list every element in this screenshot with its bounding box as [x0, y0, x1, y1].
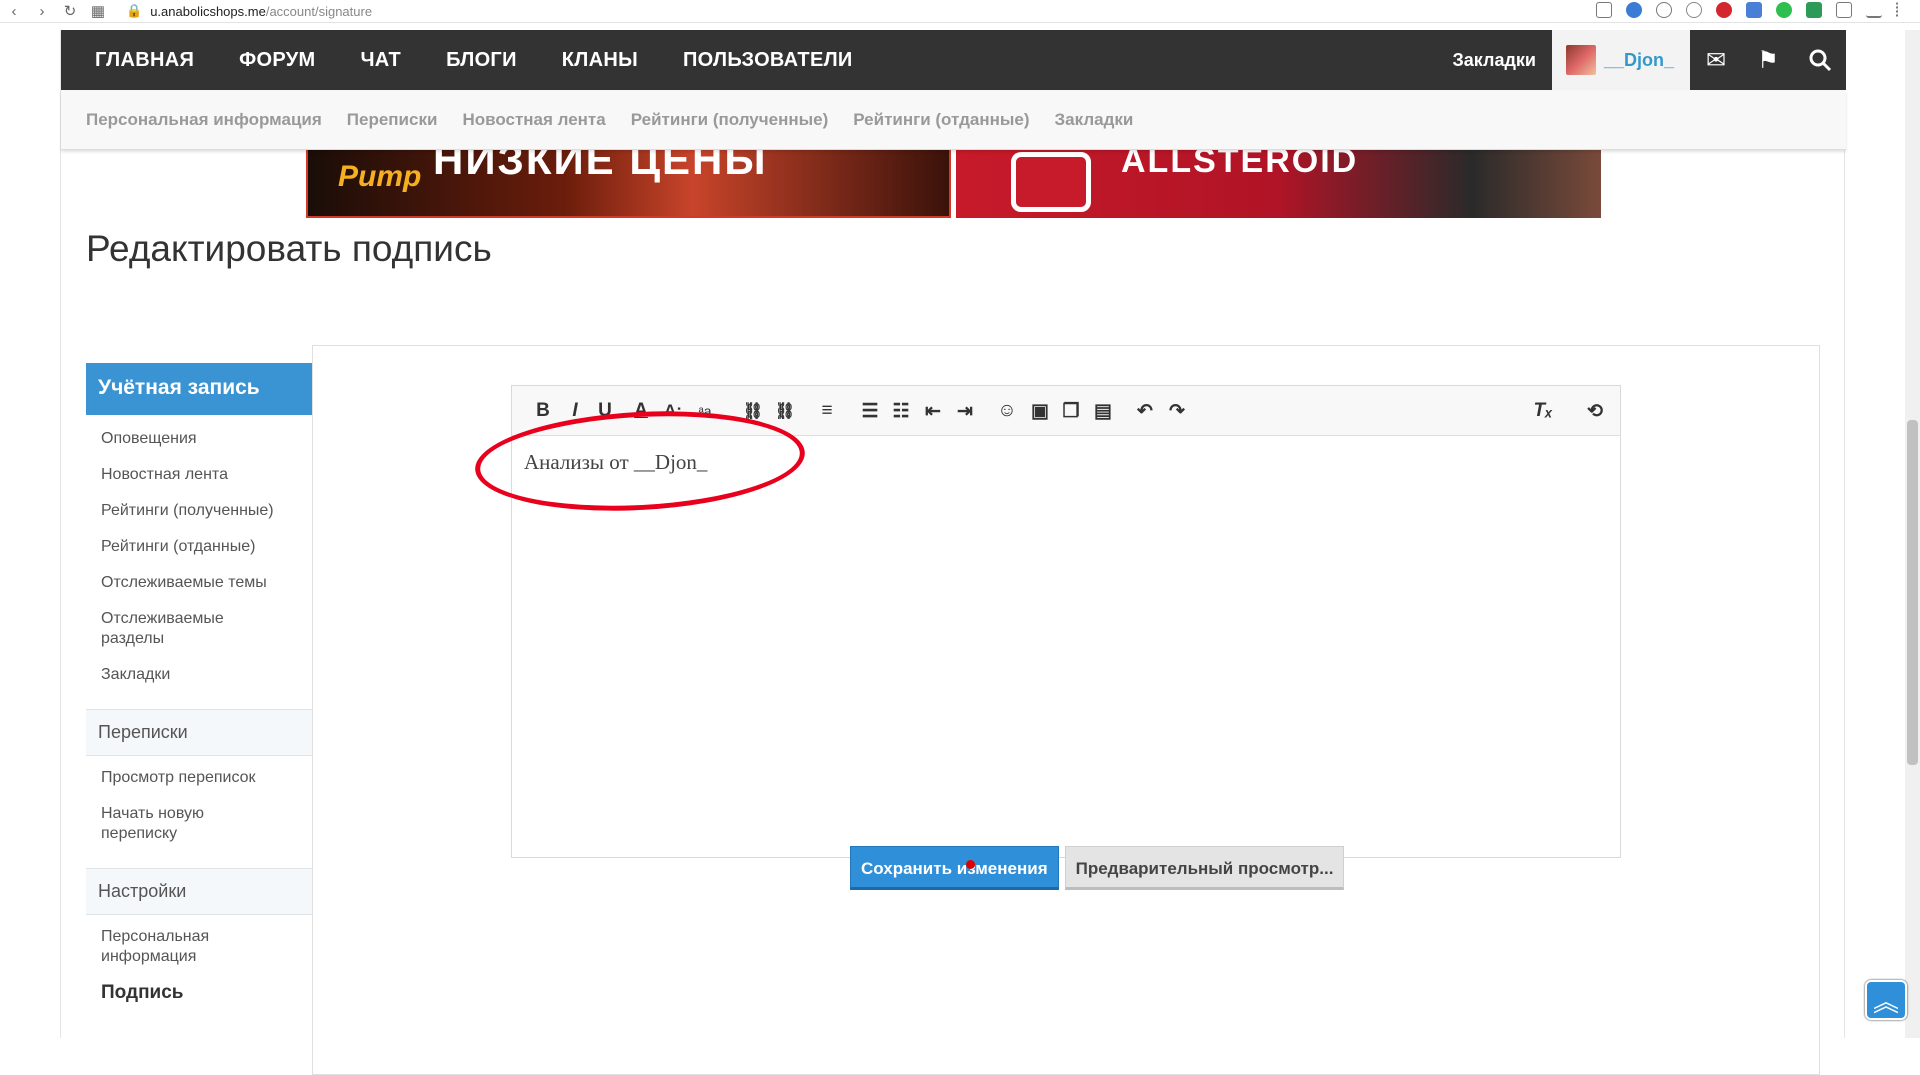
ad-banner-right[interactable]: ALLSTEROID: [956, 150, 1601, 218]
camera-icon[interactable]: [1596, 2, 1612, 18]
username[interactable]: __Djon_: [1604, 50, 1674, 71]
forward-icon[interactable]: ›: [28, 3, 56, 20]
underline-icon[interactable]: U: [592, 398, 618, 424]
bbcode-toggle-icon[interactable]: ⟲: [1582, 398, 1608, 424]
menu-icon[interactable]: [1896, 2, 1900, 18]
editor-content[interactable]: Анализы от __Djon_: [512, 436, 1620, 489]
check-icon[interactable]: [1776, 2, 1792, 18]
align-left-icon[interactable]: ≡: [814, 398, 840, 424]
scrollbar-thumb[interactable]: [1907, 420, 1918, 765]
subnav-ratings-received[interactable]: Рейтинги (полученные): [631, 110, 829, 130]
sidebar-header-conversations: Переписки: [86, 709, 312, 756]
bold-icon[interactable]: B: [530, 398, 556, 424]
unlink-icon[interactable]: ⛓: [772, 398, 798, 424]
scroll-to-top-icon[interactable]: ︽: [1865, 980, 1907, 1020]
editor-toolbar: B I U A A: ᵃa ⛓ ⛓ ≡ ☰ ☷ ⇤ ⇥ ☺ ▣ ❐ ▤ ↶ ↷ …: [512, 386, 1620, 436]
page-title: Редактировать подпись: [86, 228, 492, 269]
preview-button[interactable]: Предварительный просмотр...: [1064, 846, 1345, 890]
media-icon[interactable]: ❐: [1058, 398, 1084, 424]
reload-icon[interactable]: ↻: [56, 2, 84, 20]
sidebar-header-account: Учётная запись: [86, 363, 312, 415]
font-color-icon[interactable]: A: [628, 398, 654, 424]
ad-banner-left[interactable]: Pump НИЗКИЕ ЦЕНЫ: [306, 150, 951, 218]
banner-shield-logo: [1011, 152, 1091, 212]
sidebar-item-ratings-given[interactable]: Рейтинги (отданные): [86, 529, 312, 565]
nav-home[interactable]: ГЛАВНАЯ: [95, 49, 194, 72]
main-navigation: ГЛАВНАЯ ФОРУМ ЧАТ БЛОГИ КЛАНЫ ПОЛЬЗОВАТЕ…: [61, 30, 1846, 90]
image-icon[interactable]: ▣: [1027, 398, 1053, 424]
extension-icons: [1596, 2, 1900, 18]
indent-icon[interactable]: ⇥: [952, 398, 978, 424]
back-icon[interactable]: ‹: [0, 3, 28, 20]
nav-users[interactable]: ПОЛЬЗОВАТЕЛИ: [683, 49, 853, 72]
sidebar-item-view-conversations[interactable]: Просмотр переписок: [86, 760, 312, 796]
bullet-list-icon[interactable]: ☰: [857, 398, 883, 424]
adblock-icon[interactable]: [1716, 2, 1732, 18]
browser-nav: ‹ › ↻ ▦: [0, 2, 112, 21]
nav-chat[interactable]: ЧАТ: [360, 49, 401, 72]
signature-editor: B I U A A: ᵃa ⛓ ⛓ ≡ ☰ ☷ ⇤ ⇥ ☺ ▣ ❐ ▤ ↶ ↷ …: [511, 385, 1621, 858]
form-actions: Сохранить изменения Предварительный прос…: [850, 846, 1345, 890]
nav-bookmarks[interactable]: Закладки: [1453, 50, 1536, 71]
account-sidebar: Учётная запись Оповещения Новостная лент…: [86, 363, 312, 1011]
insert-icon[interactable]: ▤: [1090, 398, 1116, 424]
vpn-icon[interactable]: [1806, 2, 1822, 18]
sidebar-item-alerts[interactable]: Оповещения: [86, 421, 312, 457]
nav-forum[interactable]: ФОРУМ: [239, 49, 315, 72]
sidebar-item-watched-forums[interactable]: Отслеживаемые разделы: [86, 601, 256, 657]
link-icon[interactable]: ⛓: [740, 398, 766, 424]
redo-icon[interactable]: ↷: [1164, 398, 1190, 424]
smiley-icon[interactable]: ☺: [994, 398, 1020, 424]
subnav-ratings-given[interactable]: Рейтинги (отданные): [853, 110, 1029, 130]
url-path: /account/signature: [265, 3, 373, 19]
translate-icon[interactable]: [1746, 2, 1762, 18]
cube-icon[interactable]: [1836, 2, 1852, 18]
download-icon[interactable]: [1866, 2, 1882, 18]
remove-format-icon[interactable]: Tₓ: [1530, 398, 1556, 424]
search-icon[interactable]: [1794, 30, 1846, 90]
avatar: [1565, 45, 1596, 75]
heart-icon[interactable]: [1656, 2, 1672, 18]
subnav-bookmarks[interactable]: Закладки: [1055, 110, 1134, 130]
outdent-icon[interactable]: ⇤: [920, 398, 946, 424]
lock-icon: 🔒: [126, 3, 143, 18]
nav-clans[interactable]: КЛАНЫ: [562, 49, 638, 72]
browser-toolbar: ‹ › ↻ ▦ 🔒 u.anabolicshops.me/account/sig…: [0, 0, 1920, 23]
page-scrollbar[interactable]: [1905, 30, 1920, 1038]
undo-icon[interactable]: ↶: [1132, 398, 1158, 424]
sidebar-item-watched-threads[interactable]: Отслеживаемые темы: [86, 565, 312, 601]
banner-text: НИЗКИЕ ЦЕНЫ: [433, 150, 768, 183]
url-host: u.anabolicshops.me: [150, 3, 266, 19]
font-size-icon[interactable]: A:: [660, 398, 686, 424]
sidebar-item-signature[interactable]: Подпись: [86, 975, 312, 1011]
italic-icon[interactable]: I: [562, 398, 588, 424]
banner-text: ALLSTEROID: [1121, 150, 1359, 180]
save-button[interactable]: Сохранить изменения: [850, 846, 1059, 890]
sidebar-item-bookmarks[interactable]: Закладки: [86, 657, 312, 693]
grid-icon[interactable]: ▦: [84, 2, 112, 20]
flag-icon[interactable]: ⚑: [1742, 30, 1794, 90]
sidebar-item-personal-info[interactable]: Персональная информация: [86, 919, 236, 975]
subnav-news-feed[interactable]: Новостная лента: [462, 110, 605, 130]
subnav-conversations[interactable]: Переписки: [347, 110, 438, 130]
site-container: ГЛАВНАЯ ФОРУМ ЧАТ БЛОГИ КЛАНЫ ПОЛЬЗОВАТЕ…: [60, 30, 1846, 1075]
nav-blogs[interactable]: БЛОГИ: [446, 49, 517, 72]
subnav-personal-info[interactable]: Персональная информация: [86, 110, 322, 130]
cursor-dot: [966, 860, 975, 869]
user-menu[interactable]: __Djon_: [1551, 30, 1690, 90]
sidebar-header-settings: Настройки: [86, 868, 312, 915]
sidebar-item-start-conversation[interactable]: Начать новую переписку: [86, 796, 236, 852]
banner-logo: Pump: [338, 160, 422, 193]
sidebar-item-news-feed[interactable]: Новостная лента: [86, 457, 312, 493]
sidebar-item-ratings-received[interactable]: Рейтинги (полученные): [86, 493, 312, 529]
account-subnav: Персональная информация Переписки Новост…: [61, 90, 1846, 150]
envelope-icon[interactable]: ✉: [1690, 30, 1742, 90]
shield-icon[interactable]: [1626, 2, 1642, 18]
numbered-list-icon[interactable]: ☷: [888, 398, 914, 424]
address-bar[interactable]: 🔒 u.anabolicshops.me/account/signature: [126, 3, 372, 19]
globe-icon[interactable]: [1686, 2, 1702, 18]
font-family-icon[interactable]: ᵃa: [692, 398, 718, 424]
